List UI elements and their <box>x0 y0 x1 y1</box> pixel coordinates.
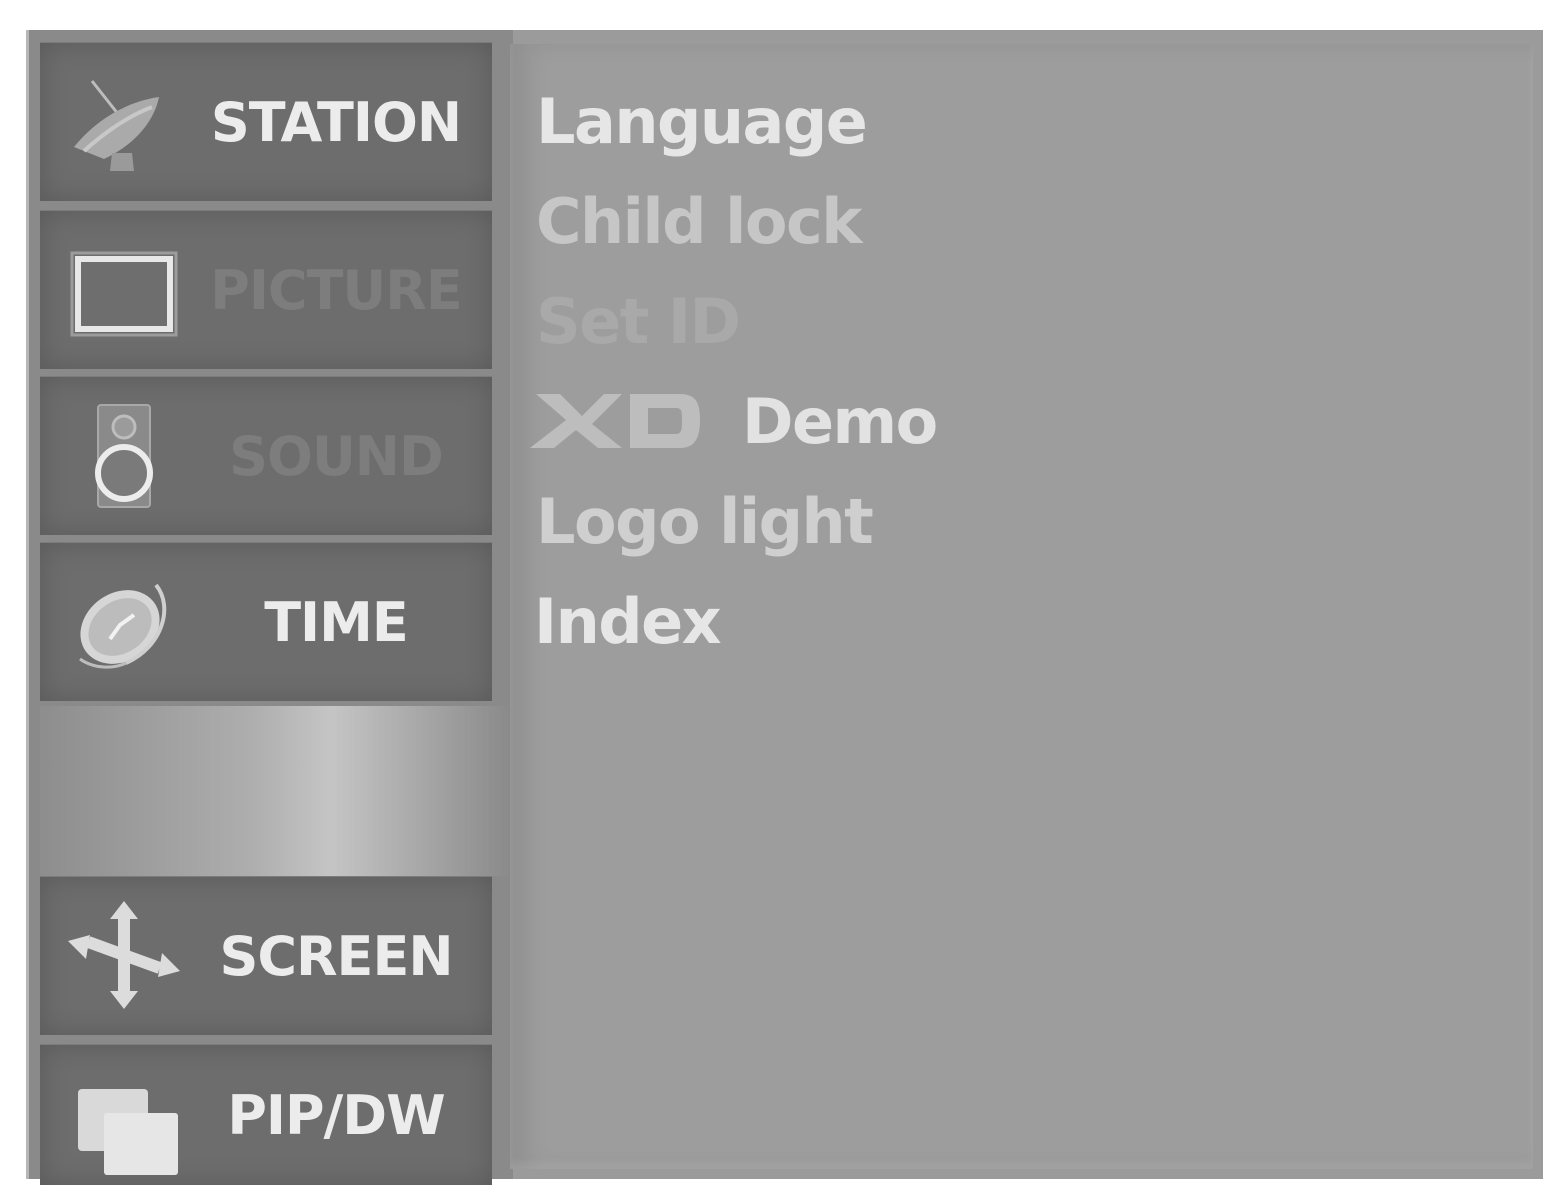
menu-item-child-lock[interactable]: Child lock <box>536 176 862 266</box>
menu-item-xd-demo[interactable]: Demo <box>530 376 938 466</box>
tab-time-label: TIME <box>264 590 409 654</box>
tab-time[interactable]: TIME <box>40 542 492 701</box>
menu-item-label: Child lock <box>536 184 862 258</box>
monitor-icon <box>64 235 184 345</box>
xd-logo-icon <box>530 390 702 452</box>
menu-item-index[interactable]: Index <box>534 576 722 666</box>
tab-picture-label: PICTURE <box>210 258 462 322</box>
pip-windows-icon <box>64 1069 184 1179</box>
tab-sound[interactable]: SOUND <box>40 376 492 535</box>
menu-item-label: Logo light <box>536 484 874 558</box>
menu-item-label: Language <box>536 84 868 158</box>
menu-item-set-id[interactable]: Set ID <box>536 276 741 366</box>
menu-item-label: Demo <box>742 384 938 458</box>
tab-screen[interactable]: SCREEN <box>40 876 492 1035</box>
tab-pip-dw-label: PIP/DW <box>227 1083 445 1147</box>
move-arrows-icon <box>64 901 184 1011</box>
option-menu-panel: Language Child lock Set ID Demo Logo lig… <box>510 44 1533 1169</box>
tab-sound-label: SOUND <box>229 424 444 488</box>
speaker-icon <box>64 401 184 511</box>
menu-item-label: Set ID <box>536 284 741 358</box>
tab-station-label: STATION <box>210 90 462 154</box>
tab-pip-dw[interactable]: PIP/DW <box>40 1044 492 1185</box>
menu-item-label: Index <box>534 584 722 658</box>
clock-icon <box>64 567 184 677</box>
tab-screen-label: SCREEN <box>219 924 453 988</box>
tab-picture[interactable]: PICTURE <box>40 210 492 369</box>
category-sidebar: STATION PICTURE SOUND TIME SCREEN PIP/DW <box>26 30 513 1185</box>
menu-item-language[interactable]: Language <box>536 76 868 166</box>
satellite-dish-icon <box>64 67 184 177</box>
sidebar-gap-highlight <box>40 706 510 876</box>
tab-station[interactable]: STATION <box>40 42 492 201</box>
menu-item-logo-light[interactable]: Logo light <box>536 476 874 566</box>
